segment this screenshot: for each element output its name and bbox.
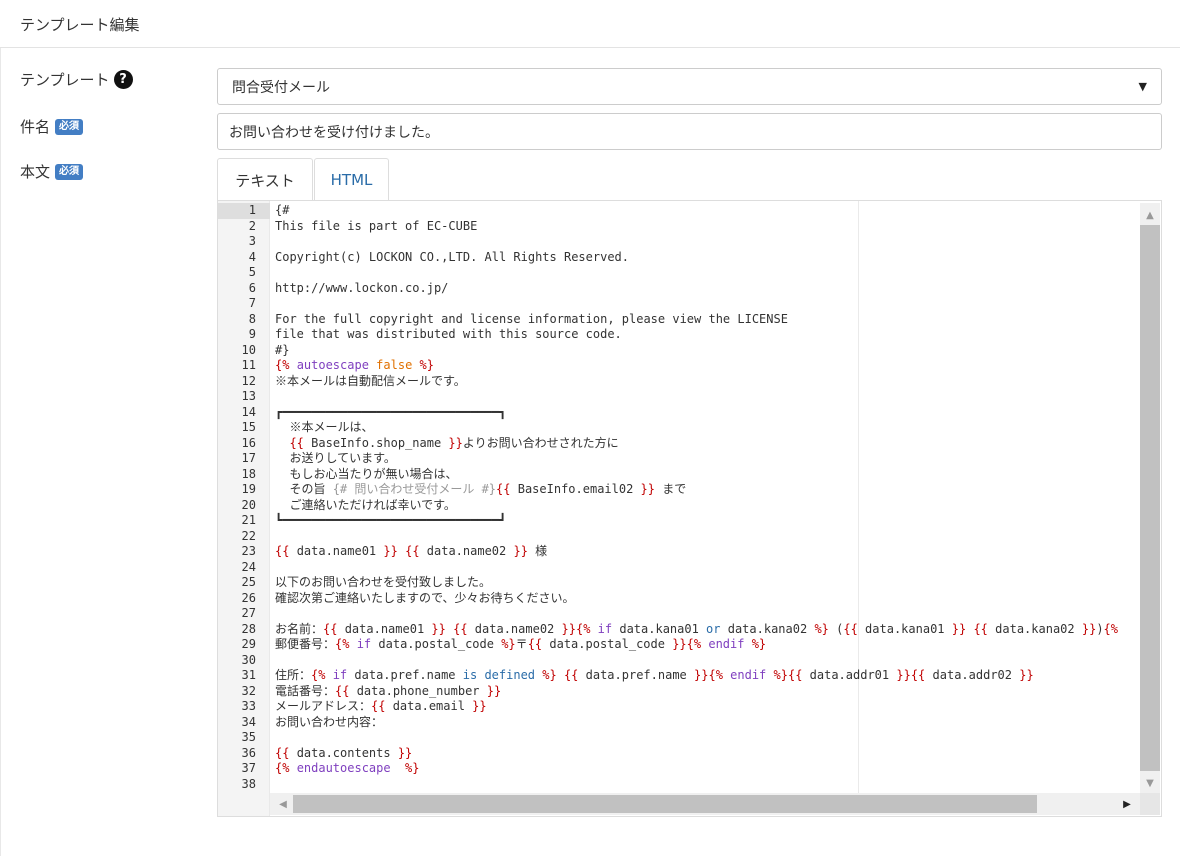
subject-input[interactable] bbox=[217, 113, 1162, 150]
code-text: メールアドレス：{{ data.email }} bbox=[275, 699, 487, 713]
template-label-row: テンプレート ? bbox=[20, 69, 133, 90]
scroll-left-icon[interactable]: ◀ bbox=[274, 794, 292, 814]
line-number: 26 bbox=[241, 590, 256, 605]
line-number: 1 bbox=[248, 203, 256, 217]
template-select[interactable]: 問合受付メール ▼ bbox=[217, 68, 1162, 105]
scrollbar-corner bbox=[1140, 793, 1160, 815]
line-number: 32 bbox=[241, 683, 256, 698]
template-label: テンプレート bbox=[20, 71, 110, 89]
code-text: http://www.lockon.co.jp/ bbox=[275, 280, 449, 295]
line-number: 2 bbox=[248, 218, 256, 233]
line-number: 19 bbox=[241, 482, 256, 496]
horizontal-scrollbar-thumb[interactable] bbox=[293, 795, 1037, 813]
line-number: 34 bbox=[241, 714, 256, 729]
required-badge: 必須 bbox=[55, 163, 84, 180]
vertical-scrollbar-thumb[interactable] bbox=[1140, 225, 1160, 771]
line-number: 33 bbox=[241, 699, 256, 713]
line-number: 3 bbox=[248, 234, 256, 248]
code-text: 住所：{% if data.pref.name is defined %} {{… bbox=[275, 668, 1034, 682]
line-number: 17 bbox=[241, 451, 256, 465]
scroll-up-icon[interactable]: ▲ bbox=[1140, 205, 1160, 225]
line-number: 12 bbox=[241, 373, 256, 388]
line-number: 16 bbox=[241, 435, 256, 450]
line-number: 27 bbox=[241, 606, 256, 620]
card-header: テンプレート編集 bbox=[0, 0, 1180, 48]
body-label: 本文 bbox=[20, 163, 51, 181]
template-select-value: 問合受付メール bbox=[232, 79, 330, 96]
line-number: 29 bbox=[241, 637, 256, 651]
code-text: {{ data.contents }} bbox=[275, 745, 413, 760]
line-number: 23 bbox=[241, 544, 256, 558]
line-number: 22 bbox=[241, 528, 256, 543]
code-text: ┗━━━━━━━━━━━━━━━━━━━━━━━━━━━━━━┛ bbox=[275, 513, 507, 527]
code-text: もしお心当たりが無い場合は、 bbox=[275, 466, 458, 481]
line-number: 31 bbox=[241, 668, 256, 682]
code-text: This file is part of EC-CUBE bbox=[275, 218, 478, 233]
code-text: Copyright(c) LOCKON CO.,LTD. All Rights … bbox=[275, 249, 630, 264]
code-text: お送りしています。 bbox=[275, 451, 396, 465]
subject-label-row: 件名 必須 bbox=[20, 116, 84, 137]
line-number: 18 bbox=[241, 466, 256, 481]
code-text: 確認次第ご連絡いたしますので、少々お待ちください。 bbox=[275, 590, 575, 605]
line-number: 10 bbox=[241, 342, 256, 357]
page-title: テンプレート編集 bbox=[20, 16, 140, 34]
line-number: 7 bbox=[248, 296, 256, 310]
code-text: {# bbox=[275, 203, 290, 217]
scroll-down-icon[interactable]: ▼ bbox=[1140, 773, 1160, 793]
line-number: 8 bbox=[248, 311, 256, 326]
tab-text[interactable]: テキスト bbox=[217, 158, 313, 201]
panel-left-border bbox=[0, 48, 1, 856]
code-text: お名前：{{ data.name01 }} {{ data.name02 }}{… bbox=[275, 621, 1118, 636]
line-number: 36 bbox=[241, 745, 256, 760]
line-number: 30 bbox=[241, 652, 256, 667]
print-margin bbox=[858, 201, 859, 793]
line-number: 37 bbox=[241, 761, 256, 775]
tab-html[interactable]: HTML bbox=[314, 158, 389, 201]
line-number: 25 bbox=[241, 575, 256, 589]
code-text: 郵便番号：{% if data.postal_code %}〒{{ data.p… bbox=[275, 637, 767, 651]
line-number: 11 bbox=[241, 358, 256, 372]
line-number: 24 bbox=[241, 559, 256, 574]
line-number: 28 bbox=[241, 621, 256, 636]
code-text: file that was distributed with this sour… bbox=[275, 327, 622, 341]
caret-down-icon: ▼ bbox=[1138, 80, 1147, 93]
line-number: 9 bbox=[248, 327, 256, 341]
line-number: 14 bbox=[241, 404, 256, 419]
help-icon[interactable]: ? bbox=[113, 70, 133, 89]
code-text: ご連絡いただければ幸いです。 bbox=[275, 497, 456, 512]
line-number: 21 bbox=[241, 513, 256, 527]
code-text: ┏━━━━━━━━━━━━━━━━━━━━━━━━━━━━━━┓ bbox=[275, 404, 507, 419]
subject-label: 件名 bbox=[20, 118, 51, 136]
line-number: 35 bbox=[241, 730, 256, 744]
code-editor[interactable]: 1 {# 2 This file is part of EC-CUBE 3 4 Copyri… bbox=[217, 200, 1162, 817]
line-number: 15 bbox=[241, 420, 256, 434]
code-text: {{ data.name01 }} {{ data.name02 }} 様 bbox=[275, 544, 548, 558]
line-number: 20 bbox=[241, 497, 256, 512]
body-label-row: 本文 必須 bbox=[20, 161, 84, 182]
line-number: 6 bbox=[248, 280, 256, 295]
line-number: 38 bbox=[241, 776, 256, 791]
code-text: その旨 {# 問い合わせ受付メール #}{{ BaseInfo.email02 … bbox=[275, 482, 687, 496]
code-text: 電話番号：{{ data.phone_number }} bbox=[275, 683, 502, 698]
code-text: ※本メールは、 bbox=[275, 420, 374, 434]
code-text: For the full copyright and license infor… bbox=[275, 311, 788, 326]
code-text: {{ BaseInfo.shop_name }}よりお問い合わせされた方に bbox=[289, 435, 619, 450]
line-number: 5 bbox=[248, 265, 256, 279]
code-text: {% autoescape false %} bbox=[275, 358, 434, 372]
code-text: ※本メールは自動配信メールです。 bbox=[275, 373, 466, 388]
code-text: {% endautoescape %} bbox=[275, 761, 420, 775]
code-text: #} bbox=[275, 342, 290, 357]
code-text: 以下のお問い合わせを受付致しました。 bbox=[275, 575, 492, 589]
scroll-right-icon[interactable]: ▶ bbox=[1118, 794, 1136, 814]
code-text: お問い合わせ内容： bbox=[275, 714, 384, 729]
line-number: 13 bbox=[241, 389, 256, 403]
line-number: 4 bbox=[248, 249, 256, 264]
required-badge: 必須 bbox=[55, 118, 84, 135]
